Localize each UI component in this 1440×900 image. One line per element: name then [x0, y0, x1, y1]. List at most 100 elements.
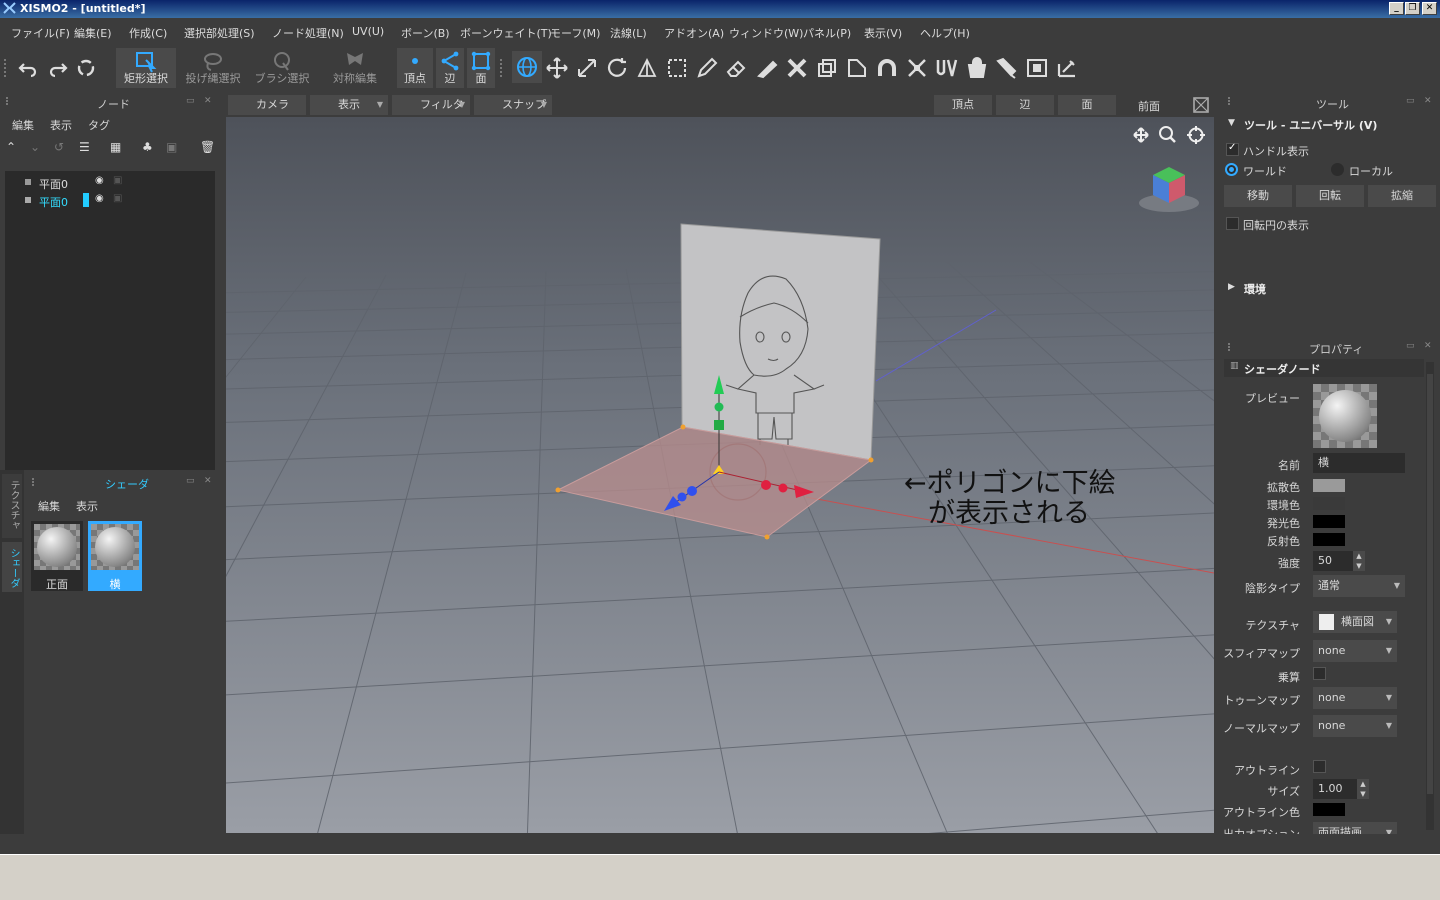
- tool-panel-minimize-icon[interactable]: ▭: [1406, 96, 1415, 106]
- shading-dropdown[interactable]: 通常 ▼: [1313, 575, 1405, 597]
- menu-addon[interactable]: アドオン(A): [664, 25, 724, 41]
- shader-item-selected[interactable]: 横: [88, 521, 142, 591]
- menu-uv[interactable]: UV(U): [352, 25, 384, 38]
- refresh-node-icon[interactable]: ↺: [54, 140, 64, 154]
- output-option-dropdown[interactable]: 両面描画 ▼: [1313, 822, 1397, 834]
- size-input[interactable]: 1.00: [1313, 779, 1357, 799]
- emissive-swatch[interactable]: [1313, 515, 1345, 528]
- node-panel-grip[interactable]: [6, 97, 10, 105]
- expand-triangle-icon[interactable]: ▶: [1228, 282, 1235, 292]
- node-panel-minimize-icon[interactable]: ▭: [186, 96, 195, 106]
- minimize-button[interactable]: _: [1389, 2, 1404, 15]
- universal-tool-button[interactable]: [512, 51, 542, 83]
- restore-button[interactable]: ❐: [1405, 2, 1420, 15]
- view-name[interactable]: 前面: [1138, 98, 1160, 114]
- weld-icon[interactable]: [785, 56, 809, 80]
- marquee-icon[interactable]: [665, 56, 689, 80]
- move-icon[interactable]: [545, 56, 569, 80]
- menu-create[interactable]: 作成(C): [129, 25, 167, 41]
- trash-icon[interactable]: 🗑: [200, 140, 215, 154]
- specular-swatch[interactable]: [1313, 533, 1345, 546]
- property-panel-close-icon[interactable]: ✕: [1424, 341, 1432, 351]
- bevel-icon[interactable]: [845, 56, 869, 80]
- shader-panel-minimize-icon[interactable]: ▭: [186, 476, 195, 486]
- pencil-icon[interactable]: [695, 56, 719, 80]
- brush-icon[interactable]: [995, 56, 1019, 80]
- menu-normal[interactable]: 法線(L): [610, 25, 647, 41]
- spheremap-dropdown[interactable]: none ▼: [1313, 640, 1397, 662]
- node-menu-tag[interactable]: タグ: [88, 117, 110, 133]
- menu-window[interactable]: ウィンドウ(W): [729, 25, 803, 41]
- shader-menu-view[interactable]: 表示: [76, 498, 98, 514]
- shader-menu-edit[interactable]: 編集: [38, 498, 60, 514]
- shader-item[interactable]: 正面: [31, 521, 83, 591]
- size-spinner[interactable]: ▲ ▼: [1357, 779, 1369, 799]
- outline-checkbox[interactable]: [1313, 760, 1326, 773]
- group-icon[interactable]: ♣: [142, 140, 153, 154]
- edge-view-button[interactable]: 辺: [996, 95, 1054, 115]
- symmetry-edit-button[interactable]: 対称編集: [325, 48, 385, 88]
- move-button[interactable]: 移動: [1224, 185, 1292, 207]
- collapse-triangle-icon[interactable]: ▼: [1228, 118, 1235, 128]
- cube-icon[interactable]: ▣: [166, 140, 177, 154]
- name-input[interactable]: 横: [1313, 453, 1405, 473]
- bone-tool-icon[interactable]: [1055, 56, 1079, 80]
- knife-icon[interactable]: [755, 56, 779, 80]
- filter-dropdown[interactable]: フィルタ ▼: [392, 95, 470, 115]
- lasso-select-button[interactable]: 投げ縄選択: [182, 48, 244, 88]
- scale-button[interactable]: 拡縮: [1368, 185, 1436, 207]
- brush-select-button[interactable]: ブラシ選択: [252, 48, 312, 88]
- menu-bone[interactable]: ボーン(B): [401, 25, 450, 41]
- toonmap-dropdown[interactable]: none ▼: [1313, 687, 1397, 709]
- shader-panel-close-icon[interactable]: ✕: [204, 476, 212, 486]
- snap-dropdown[interactable]: スナップ ▼: [474, 95, 552, 115]
- tool-panel-grip[interactable]: [1228, 97, 1232, 105]
- recycle-icon[interactable]: [74, 56, 98, 80]
- move-up-icon[interactable]: ⌃: [6, 140, 16, 154]
- move-down-icon[interactable]: ⌄: [30, 140, 40, 154]
- show-rotation-circle-checkbox[interactable]: [1226, 217, 1239, 230]
- local-radio[interactable]: [1331, 163, 1344, 176]
- tab-texture[interactable]: テクスチャ: [2, 474, 22, 538]
- magnet-icon[interactable]: [875, 56, 899, 80]
- uv-icon[interactable]: [935, 56, 959, 80]
- menu-panel[interactable]: パネル(P): [803, 25, 851, 41]
- node-menu-edit[interactable]: 編集: [12, 117, 34, 133]
- visibility-eye-icon[interactable]: ◉: [95, 175, 104, 186]
- ambient-swatch[interactable]: [1313, 497, 1345, 510]
- tool-panel-close-icon[interactable]: ✕: [1424, 96, 1432, 106]
- scale-icon[interactable]: [575, 56, 599, 80]
- shader-panel-grip[interactable]: [32, 478, 36, 486]
- menu-node[interactable]: ノード処理(N): [272, 25, 344, 41]
- viewport-3d[interactable]: ←ポリゴンに下絵 が表示される: [226, 117, 1214, 833]
- scrollbar-thumb[interactable]: [1427, 374, 1433, 794]
- toolbar-grip-2[interactable]: [500, 59, 504, 77]
- rect-select-button[interactable]: 矩形選択: [116, 48, 176, 88]
- toolbar-grip[interactable]: [4, 59, 8, 77]
- shrink-icon[interactable]: [905, 56, 929, 80]
- display-dropdown[interactable]: 表示 ▼: [310, 95, 388, 115]
- eraser-icon[interactable]: [725, 56, 749, 80]
- camera-dropdown[interactable]: カメラ: [228, 95, 306, 115]
- normalmap-dropdown[interactable]: none ▼: [1313, 715, 1397, 737]
- environment-section[interactable]: 環境: [1244, 281, 1266, 297]
- menu-morph[interactable]: モーフ(M): [550, 25, 600, 41]
- pivot-icon[interactable]: [635, 56, 659, 80]
- lock-icon[interactable]: ▣: [113, 175, 122, 186]
- property-scrollbar[interactable]: [1426, 362, 1434, 830]
- edge-mode-button[interactable]: 辺: [436, 48, 464, 88]
- face-mode-button[interactable]: 面: [467, 48, 495, 88]
- hierarchy-icon[interactable]: ☰: [79, 140, 90, 154]
- extrude-icon[interactable]: [815, 56, 839, 80]
- lock-icon[interactable]: ▣: [113, 193, 122, 204]
- property-panel-minimize-icon[interactable]: ▭: [1406, 341, 1415, 351]
- menu-view[interactable]: 表示(V): [864, 25, 902, 41]
- node-item[interactable]: 平面0 ◉ ▣: [5, 174, 215, 191]
- film-icon[interactable]: [1025, 56, 1049, 80]
- close-button[interactable]: ✕: [1422, 2, 1437, 15]
- multiply-checkbox[interactable]: [1313, 667, 1326, 680]
- texture-dropdown[interactable]: 横面図 ▼: [1313, 611, 1397, 633]
- rotate-button[interactable]: 回転: [1296, 185, 1364, 207]
- menu-selection[interactable]: 選択部処理(S): [184, 25, 255, 41]
- node-menu-view[interactable]: 表示: [50, 117, 72, 133]
